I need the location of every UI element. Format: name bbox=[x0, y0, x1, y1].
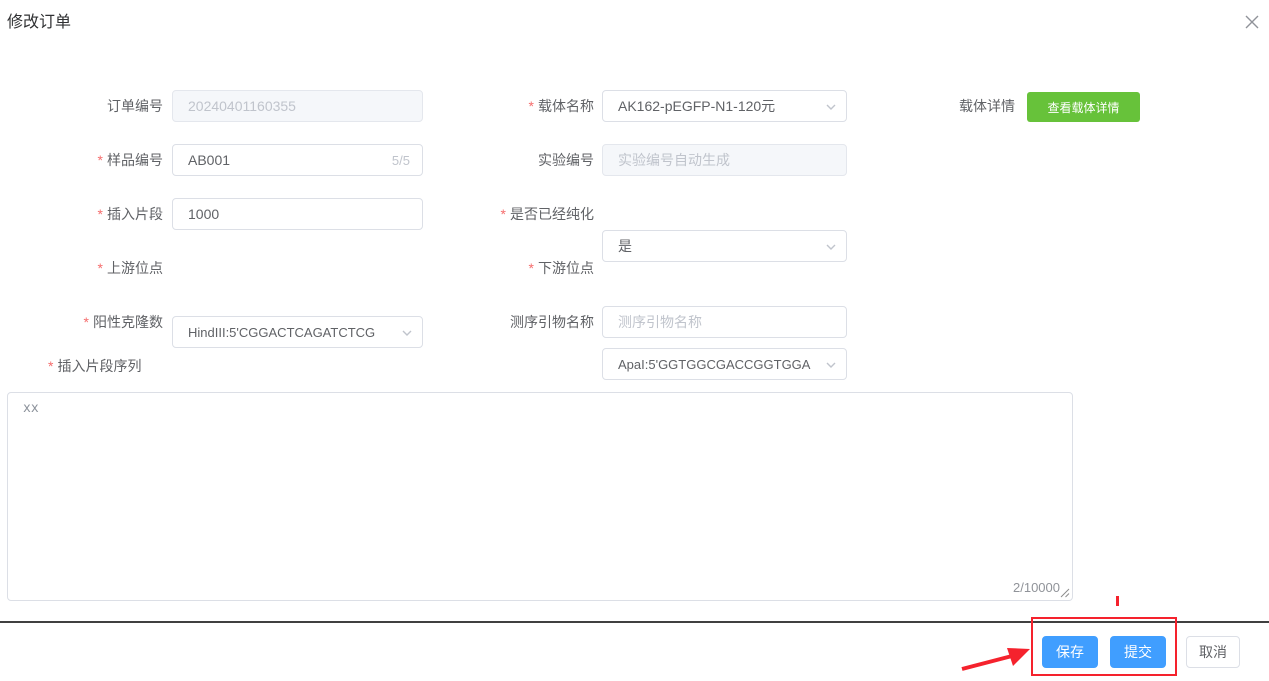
vector-detail-label: 载体详情 bbox=[900, 90, 1015, 122]
downstream-site-label: *下游位点 bbox=[430, 252, 594, 284]
required-asterisk: * bbox=[529, 260, 534, 276]
close-x-glyph bbox=[1243, 13, 1261, 31]
exp-no-label: 实验编号 bbox=[430, 144, 594, 176]
required-asterisk: * bbox=[98, 152, 103, 168]
vector-name-select[interactable]: AK162-pEGFP-N1-120元 bbox=[602, 90, 847, 122]
insert-sequence-field: xx 2/10000 bbox=[7, 392, 1073, 601]
required-asterisk: * bbox=[529, 98, 534, 114]
required-asterisk: * bbox=[98, 260, 103, 276]
vector-name-value: AK162-pEGFP-N1-120元 bbox=[618, 96, 816, 116]
positive-clones-label: *阳性克隆数 bbox=[0, 306, 163, 338]
annotation-arrow-icon bbox=[950, 640, 1042, 676]
upstream-site-value: HindIII:5'CGGACTCAGATCTCG bbox=[188, 325, 392, 340]
upstream-site-select[interactable]: HindIII:5'CGGACTCAGATCTCG bbox=[172, 316, 423, 348]
insert-sequence-counter: 2/10000 bbox=[1013, 580, 1060, 595]
sample-no-label: *样品编号 bbox=[0, 144, 163, 176]
dialog-title: 修改订单 bbox=[7, 8, 71, 32]
close-icon[interactable] bbox=[1238, 8, 1266, 36]
resize-handle-icon[interactable] bbox=[1060, 588, 1070, 598]
order-no-field bbox=[172, 90, 423, 122]
purified-select[interactable]: 是 bbox=[602, 230, 847, 262]
downstream-site-value: ApaI:5'GGTGGCGACCGGTGGA bbox=[618, 357, 816, 372]
order-no-label: 订单编号 bbox=[0, 90, 163, 122]
exp-no-input bbox=[603, 145, 846, 175]
insert-sequence-label: *插入片段序列 bbox=[48, 356, 141, 376]
chevron-down-icon bbox=[401, 327, 413, 339]
sample-no-field[interactable]: 5/5 bbox=[172, 144, 423, 176]
order-no-input bbox=[173, 91, 422, 121]
upstream-site-label: *上游位点 bbox=[0, 252, 163, 284]
required-asterisk: * bbox=[501, 206, 506, 222]
required-asterisk: * bbox=[84, 314, 89, 330]
view-vector-detail-button[interactable]: 查看载体详情 bbox=[1027, 92, 1140, 122]
insert-fragment-label: *插入片段 bbox=[0, 198, 163, 230]
submit-button[interactable]: 提交 bbox=[1110, 636, 1166, 668]
primer-name-input[interactable] bbox=[603, 307, 846, 337]
annotation-dash bbox=[1116, 596, 1119, 606]
primer-name-field[interactable] bbox=[602, 306, 847, 338]
modify-order-dialog: 修改订单 订单编号 *载体名称 AK162-pEGFP-N1-120元 载体详情… bbox=[0, 0, 1269, 681]
chevron-down-icon bbox=[825, 241, 837, 253]
sample-no-counter: 5/5 bbox=[392, 145, 410, 177]
cancel-button[interactable]: 取消 bbox=[1186, 636, 1240, 668]
chevron-down-icon bbox=[825, 359, 837, 371]
required-asterisk: * bbox=[48, 358, 53, 374]
chevron-down-icon bbox=[825, 101, 837, 113]
primer-name-label: 测序引物名称 bbox=[430, 306, 594, 338]
insert-fragment-field[interactable] bbox=[172, 198, 423, 230]
downstream-site-select[interactable]: ApaI:5'GGTGGCGACCGGTGGA bbox=[602, 348, 847, 380]
save-button[interactable]: 保存 bbox=[1042, 636, 1098, 668]
required-asterisk: * bbox=[98, 206, 103, 222]
purified-label: *是否已经纯化 bbox=[430, 198, 594, 230]
footer-divider bbox=[0, 621, 1269, 623]
vector-name-label: *载体名称 bbox=[430, 90, 594, 122]
purified-value: 是 bbox=[618, 236, 816, 256]
sample-no-input[interactable] bbox=[173, 145, 422, 175]
insert-fragment-input[interactable] bbox=[173, 199, 422, 229]
exp-no-field bbox=[602, 144, 847, 176]
insert-sequence-textarea[interactable]: xx bbox=[8, 393, 1072, 600]
